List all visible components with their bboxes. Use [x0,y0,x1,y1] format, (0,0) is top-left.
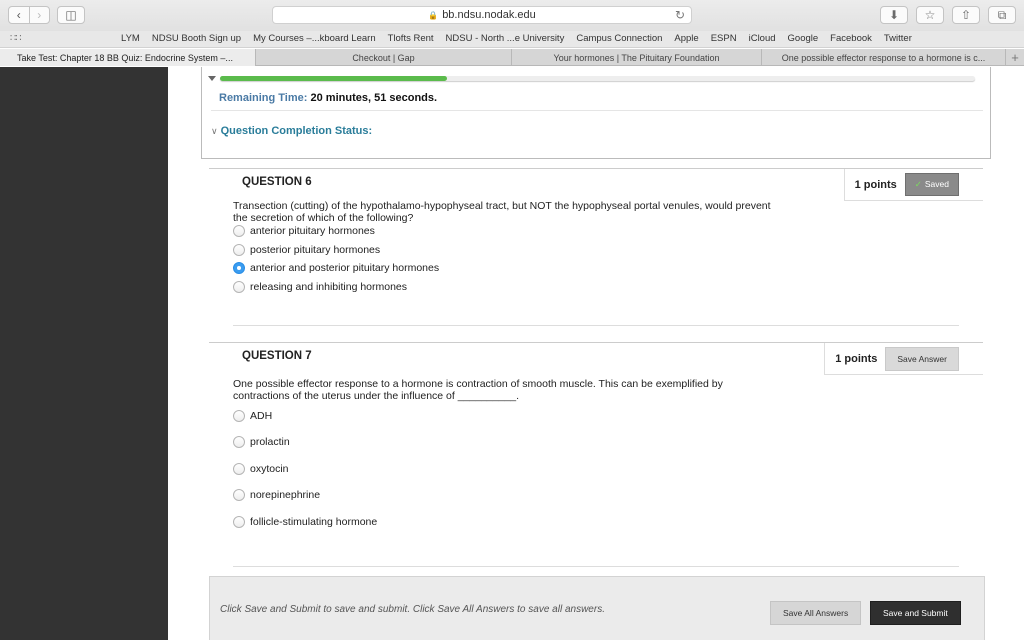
test-content: Remaining Time: 20 minutes, 51 seconds. … [168,67,1024,640]
remaining-time-value: 20 minutes, 51 seconds. [310,92,438,104]
submit-instructions: Click Save and Submit to save and submit… [220,604,605,615]
tab-search[interactable]: One possible effector response to a horm… [762,49,1006,66]
check-icon: ✓ [914,179,922,189]
time-progress-bar [220,76,975,81]
question-divider [233,566,959,567]
radio-button[interactable] [233,281,245,293]
question-title: QUESTION 6 [242,176,312,188]
bookmark-icon[interactable]: ☆ [916,6,944,24]
address-bar[interactable]: 🔒 bb.ndsu.nodak.edu ↻ [272,6,692,24]
option-label: posterior pituitary hormones [250,244,381,256]
favorite-link[interactable]: Tlofts Rent [388,33,434,44]
option-label: anterior pituitary hormones [250,225,375,237]
nav-buttons: ‹ › [8,6,50,24]
tab-label: Checkout | Gap [352,52,415,63]
tab-bar: Take Test: Chapter 18 BB Quiz: Endocrine… [0,49,1024,66]
favorite-link[interactable]: Twitter [884,33,912,44]
points-label: 1 points [854,178,897,191]
saved-label: Saved [924,179,949,189]
question-header: QUESTION 7 1 points Save Answer [209,342,983,375]
question-completion-label: Question Completion Status: [220,125,373,137]
sidebar-toggle-icon[interactable]: ◫ [57,6,85,24]
share-icon[interactable]: ⇧ [952,6,980,24]
back-icon[interactable]: ‹ [9,7,29,23]
option-label: prolactin [250,436,290,448]
favorite-link[interactable]: My Courses –...kboard Learn [253,33,376,44]
save-answer-button[interactable]: Save Answer [885,346,959,371]
answer-option[interactable]: prolactin [233,436,290,448]
favorite-link[interactable]: NDSU - North ...e University [446,33,565,44]
favorite-link[interactable]: LYM [121,33,140,44]
tab-pituitary[interactable]: Your hormones | The Pituitary Foundation [512,49,762,66]
favorite-link[interactable]: iCloud [749,33,776,44]
divider [211,110,983,111]
answer-option[interactable]: norepinephrine [233,489,320,501]
reload-icon[interactable]: ↻ [675,8,685,22]
question-text: One possible effector response to a horm… [233,378,723,402]
radio-button[interactable] [233,463,245,475]
browser-toolbar: ‹ › ◫ 🔒 bb.ndsu.nodak.edu ↻ ⬇ ☆ ⇧ ⧉ [0,0,1024,31]
grid-icon[interactable]: ∷∷ [10,33,22,44]
saved-status-button: ✓ Saved [904,173,959,196]
forward-icon[interactable]: › [28,7,50,23]
answer-option[interactable]: anterior and posterior pituitary hormone… [233,262,439,274]
tab-label: One possible effector response to a horm… [781,52,986,63]
answer-option[interactable]: oxytocin [233,463,289,475]
option-label: ADH [250,410,273,422]
favorites-list: LYM NDSU Booth Sign up My Courses –...kboa… [121,33,924,44]
favorites-bar: ∷∷ LYM NDSU Booth Sign up My Courses –...k… [0,31,1024,48]
radio-button[interactable] [233,410,245,422]
tabs-overview-icon[interactable]: ⧉ [988,6,1016,24]
collapse-triangle-icon[interactable] [208,76,216,81]
radio-button[interactable] [233,244,245,256]
url-text: bb.ndsu.nodak.edu [442,9,536,21]
question-header: QUESTION 6 1 points ✓ Saved [209,168,983,201]
answer-option[interactable]: ADH [233,410,272,422]
tab-label: Take Test: Chapter 18 BB Quiz: Endocrine… [17,52,233,63]
time-progress-fill [220,76,447,81]
radio-button[interactable] [233,262,245,274]
remaining-time: Remaining Time: 20 minutes, 51 seconds. [219,92,437,104]
save-and-submit-button[interactable]: Save and Submit [870,601,961,625]
test-status-box: Remaining Time: 20 minutes, 51 seconds. … [201,67,991,159]
answer-option[interactable]: posterior pituitary hormones [233,244,380,256]
radio-button[interactable] [233,225,245,237]
new-tab-icon[interactable]: + [1006,49,1024,66]
course-sidebar [0,67,168,640]
question-completion-toggle[interactable]: ∨ Question Completion Status: [211,125,372,137]
answer-option[interactable]: anterior pituitary hormones [233,225,375,237]
points-label: 1 points [835,352,878,365]
submit-footer: Click Save and Submit to save and submit… [209,576,985,640]
option-label: releasing and inhibiting hormones [250,281,408,293]
points-box: 1 points Save Answer [824,343,983,375]
favorite-link[interactable]: NDSU Booth Sign up [152,33,241,44]
radio-button[interactable] [233,516,245,528]
answer-option[interactable]: follicle-stimulating hormone [233,516,377,528]
lock-icon: 🔒 [428,10,439,20]
radio-button[interactable] [233,489,245,501]
question-title: QUESTION 7 [242,350,312,362]
option-label: oxytocin [250,463,289,475]
remaining-time-label: Remaining Time: [219,92,308,104]
option-label: norepinephrine [250,489,321,501]
save-all-answers-button[interactable]: Save All Answers [770,601,862,625]
points-box: 1 points ✓ Saved [843,169,983,201]
option-label: follicle-stimulating hormone [250,516,378,528]
favorite-link[interactable]: Google [788,33,819,44]
question-text: Transection (cutting) of the hypothalamo… [233,200,771,224]
tab-gap[interactable]: Checkout | Gap [256,49,512,66]
favorite-link[interactable]: ESPN [711,33,737,44]
tab-test[interactable]: Take Test: Chapter 18 BB Quiz: Endocrine… [0,49,256,66]
favorite-link[interactable]: Facebook [830,33,872,44]
option-label: anterior and posterior pituitary hormone… [250,262,440,274]
answer-option[interactable]: releasing and inhibiting hormones [233,281,407,293]
chevron-down-icon: ∨ [211,126,218,136]
favorite-link[interactable]: Apple [674,33,698,44]
tab-label: Your hormones | The Pituitary Foundation [553,52,720,63]
download-icon[interactable]: ⬇ [880,6,908,24]
question-divider [233,325,959,326]
favorite-link[interactable]: Campus Connection [576,33,662,44]
radio-button[interactable] [233,436,245,448]
